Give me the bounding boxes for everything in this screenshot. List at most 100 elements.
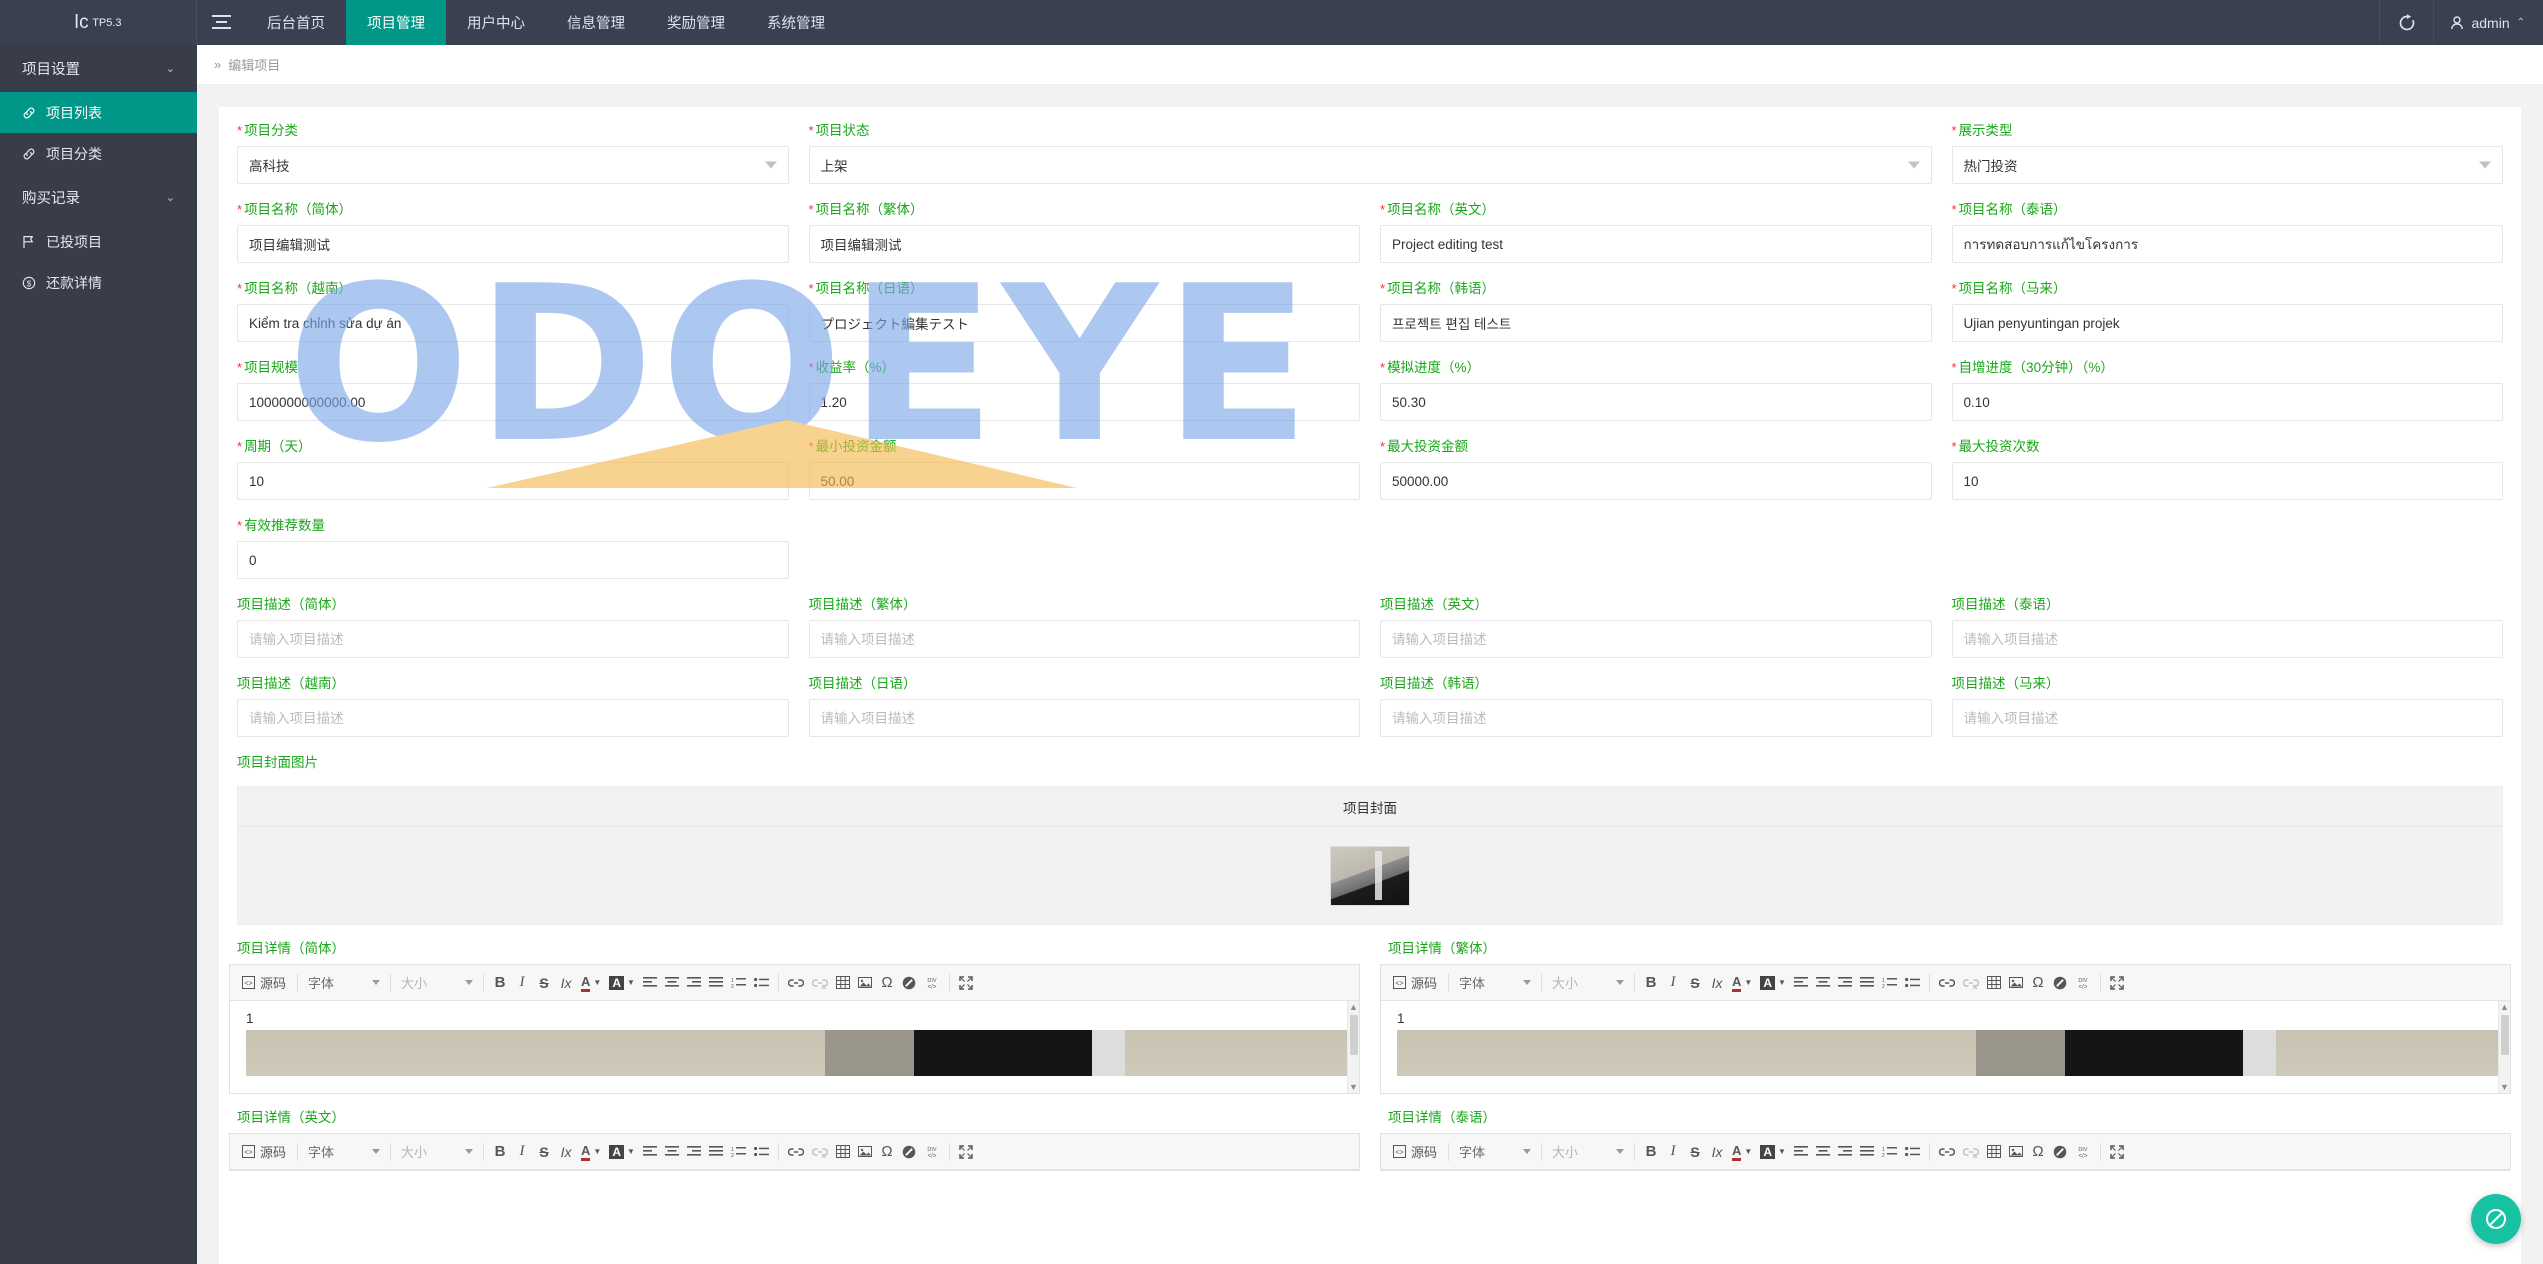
align-justify-button[interactable]: [1856, 971, 1878, 995]
align-right-button[interactable]: [683, 1140, 705, 1164]
simulated-progress-input[interactable]: [1380, 383, 1932, 421]
ordered-list-button[interactable]: 12: [727, 971, 750, 995]
unordered-list-button[interactable]: [750, 1140, 773, 1164]
align-center-button[interactable]: [661, 971, 683, 995]
remove-format-button[interactable]: Ix: [1706, 971, 1728, 995]
project-name-english-input[interactable]: [1380, 225, 1932, 263]
cover-thumbnail[interactable]: [1330, 845, 1410, 906]
bold-button[interactable]: B: [1640, 1140, 1662, 1164]
align-left-button[interactable]: [1790, 1140, 1812, 1164]
background-color-button[interactable]: A ▼: [1756, 971, 1790, 995]
description-traditional-input[interactable]: [808, 620, 1360, 658]
description-japanese-input[interactable]: [808, 699, 1360, 737]
image-icon[interactable]: [854, 1140, 876, 1164]
special-char-icon[interactable]: Ω: [876, 1140, 898, 1164]
unordered-list-button[interactable]: [750, 971, 773, 995]
link-icon[interactable]: [1935, 971, 1959, 995]
source-button[interactable]: <> 源码: [236, 1140, 292, 1164]
nav-tab-user-center[interactable]: 用户中心: [446, 0, 546, 45]
strikethrough-button[interactable]: S: [533, 971, 555, 995]
unlink-icon[interactable]: [808, 1140, 832, 1164]
no-entry-icon[interactable]: [898, 971, 920, 995]
max-investment-input[interactable]: [1380, 462, 1932, 500]
unordered-list-button[interactable]: [1901, 1140, 1924, 1164]
editor-scrollbar[interactable]: ▲ ▼: [2498, 1001, 2510, 1093]
special-char-icon[interactable]: Ω: [2027, 1140, 2049, 1164]
description-malay-input[interactable]: [1951, 699, 2503, 737]
max-investment-times-input[interactable]: [1951, 462, 2503, 500]
no-entry-icon[interactable]: [2049, 1140, 2071, 1164]
project-name-thai-input[interactable]: [1951, 225, 2503, 263]
scroll-up-icon[interactable]: ▲: [1349, 1002, 1358, 1012]
project-name-malay-input[interactable]: [1951, 304, 2503, 342]
nav-tab-project-management[interactable]: 项目管理: [346, 0, 446, 45]
align-right-button[interactable]: [683, 971, 705, 995]
sidebar-group-purchase-records[interactable]: 购买记录 ⌄: [0, 174, 197, 221]
maximize-icon[interactable]: [955, 971, 977, 995]
unordered-list-button[interactable]: [1901, 971, 1924, 995]
no-entry-icon[interactable]: [898, 1140, 920, 1164]
maximize-icon[interactable]: [955, 1140, 977, 1164]
yield-rate-input[interactable]: [808, 383, 1360, 421]
source-button[interactable]: <> 源码: [236, 971, 292, 995]
project-name-simplified-input[interactable]: [237, 225, 789, 263]
align-justify-button[interactable]: [705, 1140, 727, 1164]
text-color-button[interactable]: A ▼: [1728, 971, 1756, 995]
floating-action-button[interactable]: [2471, 1194, 2521, 1244]
align-justify-button[interactable]: [705, 971, 727, 995]
remove-format-button[interactable]: Ix: [1706, 1140, 1728, 1164]
maximize-icon[interactable]: [2106, 971, 2128, 995]
strikethrough-button[interactable]: S: [1684, 971, 1706, 995]
scroll-thumb[interactable]: [2501, 1015, 2509, 1055]
image-icon[interactable]: [854, 971, 876, 995]
italic-button[interactable]: I: [511, 1140, 533, 1164]
font-family-dropdown[interactable]: 字体: [303, 1140, 385, 1164]
project-name-traditional-input[interactable]: [808, 225, 1360, 263]
strikethrough-button[interactable]: S: [1684, 1140, 1706, 1164]
maximize-icon[interactable]: [2106, 1140, 2128, 1164]
sidebar-item-project-category[interactable]: 项目分类: [0, 133, 197, 174]
font-size-dropdown[interactable]: 大小: [396, 971, 478, 995]
div-code-icon[interactable]: DIV </>: [2071, 1140, 2095, 1164]
font-size-dropdown[interactable]: 大小: [1547, 971, 1629, 995]
italic-button[interactable]: I: [1662, 971, 1684, 995]
background-color-button[interactable]: A ▼: [1756, 1140, 1790, 1164]
div-code-icon[interactable]: DIV </>: [920, 1140, 944, 1164]
image-icon[interactable]: [2005, 971, 2027, 995]
sidebar-item-repayment-details[interactable]: $ 还款详情: [0, 262, 197, 303]
font-family-dropdown[interactable]: 字体: [1454, 971, 1536, 995]
remove-format-button[interactable]: Ix: [555, 1140, 577, 1164]
min-investment-input[interactable]: [808, 462, 1360, 500]
align-center-button[interactable]: [661, 1140, 683, 1164]
nav-tab-system-management[interactable]: 系统管理: [746, 0, 846, 45]
font-family-dropdown[interactable]: 字体: [1454, 1140, 1536, 1164]
align-justify-button[interactable]: [1856, 1140, 1878, 1164]
bold-button[interactable]: B: [1640, 971, 1662, 995]
align-right-button[interactable]: [1834, 971, 1856, 995]
unlink-icon[interactable]: [808, 971, 832, 995]
description-korean-input[interactable]: [1380, 699, 1932, 737]
auto-increment-progress-input[interactable]: [1951, 383, 2503, 421]
text-color-button[interactable]: A ▼: [1728, 1140, 1756, 1164]
description-vietnamese-input[interactable]: [237, 699, 789, 737]
text-color-button[interactable]: A ▼: [577, 971, 605, 995]
link-icon[interactable]: [1935, 1140, 1959, 1164]
project-name-vietnamese-input[interactable]: [237, 304, 789, 342]
no-entry-icon[interactable]: [2049, 971, 2071, 995]
special-char-icon[interactable]: Ω: [876, 971, 898, 995]
ordered-list-button[interactable]: 12: [1878, 1140, 1901, 1164]
display-type-select[interactable]: 热门投资: [1951, 146, 2503, 184]
table-icon[interactable]: [832, 1140, 854, 1164]
font-size-dropdown[interactable]: 大小: [1547, 1140, 1629, 1164]
text-color-button[interactable]: A ▼: [577, 1140, 605, 1164]
align-left-button[interactable]: [639, 971, 661, 995]
div-code-icon[interactable]: DIV </>: [920, 971, 944, 995]
user-menu[interactable]: admin ⌃: [2433, 0, 2543, 45]
remove-format-button[interactable]: Ix: [555, 971, 577, 995]
align-left-button[interactable]: [1790, 971, 1812, 995]
editor-scrollbar[interactable]: ▲ ▼: [1347, 1001, 1359, 1093]
bold-button[interactable]: B: [489, 971, 511, 995]
align-left-button[interactable]: [639, 1140, 661, 1164]
description-simplified-input[interactable]: [237, 620, 789, 658]
unlink-icon[interactable]: [1959, 1140, 1983, 1164]
